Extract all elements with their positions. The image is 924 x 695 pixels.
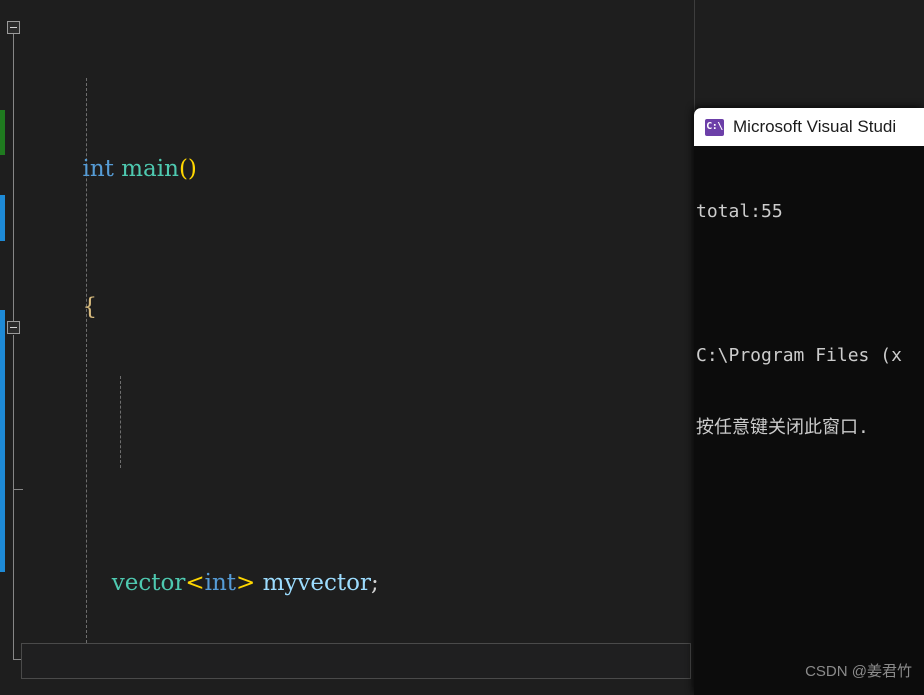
token-variable: myvector [262, 570, 371, 596]
console-icon-glyph: C:\ [706, 121, 723, 132]
code-line: { [0, 256, 695, 320]
code-text-area[interactable]: int main() { vector<int> myvector; int s… [0, 0, 695, 695]
console-output: total:55 C:\Program Files (x 按任意键关闭此窗口. [694, 146, 924, 488]
csdn-watermark: CSDN @姜君竹 [805, 663, 912, 680]
code-line: int sum(0); [0, 670, 695, 695]
console-output-line-blank [696, 272, 924, 296]
token-brace: { [82, 294, 98, 320]
token-angle-open: < [185, 570, 205, 596]
console-output-line: total:55 [696, 201, 783, 222]
console-title-bar[interactable]: C:\ Microsoft Visual Studi [694, 108, 924, 146]
token-angle-close: > [236, 570, 256, 596]
code-line: int main() [0, 118, 695, 182]
token-function-name: main [121, 156, 179, 182]
screenshot-root: int main() { vector<int> myvector; int s… [0, 0, 924, 695]
console-output-line: 按任意键关闭此窗口. [696, 417, 869, 438]
code-line: vector<int> myvector; [0, 532, 695, 596]
token-keyword: int [82, 156, 114, 182]
console-icon: C:\ [705, 118, 724, 136]
console-output-line: C:\Program Files (x [696, 345, 902, 366]
console-window[interactable]: C:\ Microsoft Visual Studi total:55 C:\P… [694, 108, 924, 695]
token-template-arg: int [204, 570, 237, 596]
console-window-title: Microsoft Visual Studi [733, 117, 897, 136]
token-parens: () [178, 156, 197, 182]
token-semicolon: ; [371, 570, 379, 596]
token-type: vector [111, 570, 186, 596]
code-editor[interactable]: int main() { vector<int> myvector; int s… [0, 0, 695, 695]
